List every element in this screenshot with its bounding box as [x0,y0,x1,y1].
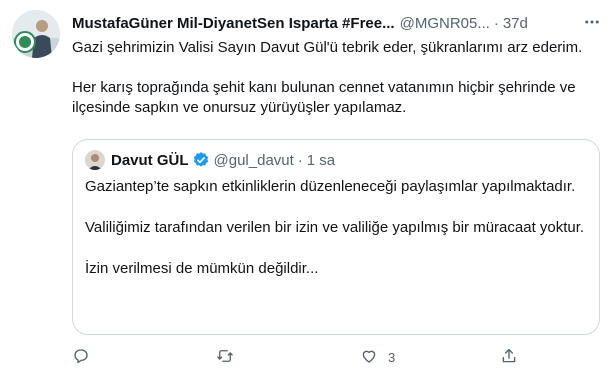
quoted-tweet-text: Gaziantep’te sapkın etkinliklerin düzenl… [85,176,585,279]
reply-icon [72,347,90,368]
tweet[interactable]: MustafaGüner Mil-DiyanetSen Isparta #Fre… [0,0,614,379]
heart-icon [360,347,378,368]
retweet-icon [216,347,234,368]
author-name[interactable]: MustafaGüner Mil-DiyanetSen Isparta #Fre… [72,15,395,32]
quoted-paragraph: Valiliğimiz tarafından verilen bir izin … [85,219,585,236]
retweet-button[interactable] [216,344,234,370]
tweet-header: MustafaGüner Mil-DiyanetSen Isparta #Fre… [72,12,602,34]
quoted-tweet[interactable]: Davut GÜL @gul_davut · 1 sa Gaziantep’te… [72,139,600,335]
author-handle[interactable]: @MGNR05... [400,15,490,32]
quoted-tweet-header: Davut GÜL @gul_davut · 1 sa [85,150,335,170]
reply-button[interactable] [72,344,90,370]
verified-badge-icon [192,151,210,169]
author-avatar[interactable] [12,10,60,58]
quoted-author-handle: @gul_davut [213,151,294,169]
tweet-actions: 3 [72,344,532,370]
separator-dot: · [297,151,303,169]
more-horizontal-icon[interactable] [582,12,602,32]
quoted-tweet-time: 1 sa [306,151,336,169]
tweet-paragraph: Gazi şehrimizin Valisi Sayın Davut Gül'ü… [72,39,583,56]
separator-dot: · [493,14,499,32]
quoted-author-avatar [85,150,105,170]
share-button[interactable] [500,344,518,370]
tweet-time[interactable]: 37d [503,15,528,32]
quoted-paragraph: İzin verilmesi de mümkün değildir... [85,260,319,277]
tweet-paragraph: Her karış toprağında şehit kanı bulunan … [72,79,576,116]
quoted-paragraph: Gaziantep’te sapkın etkinliklerin düzenl… [85,178,576,195]
share-icon [500,347,518,368]
quoted-author-name: Davut GÜL [111,151,189,169]
like-button[interactable]: 3 [360,344,395,370]
tweet-text: Gazi şehrimizin Valisi Sayın Davut Gül'ü… [72,38,608,118]
like-count: 3 [388,349,396,365]
